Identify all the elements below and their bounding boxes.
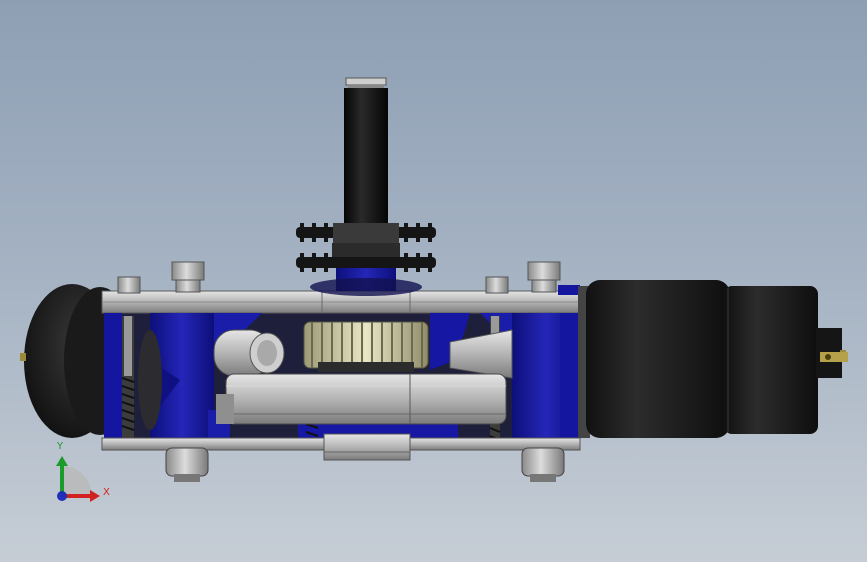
- 3d-viewport[interactable]: Y X: [0, 0, 867, 562]
- left-spur-gear: [138, 330, 162, 430]
- sprocket-upper: [296, 223, 436, 245]
- axis-label-x: X: [103, 487, 110, 498]
- cad-model[interactable]: [0, 0, 867, 562]
- belt-pulley: [216, 373, 507, 425]
- sprocket-hub: [332, 243, 400, 259]
- axis-label-y: Y: [57, 441, 64, 452]
- axis-triad: Y X: [40, 436, 130, 512]
- idler-roller: [213, 329, 285, 377]
- axis-triad-graphic: [56, 456, 100, 502]
- right-motor: [578, 280, 848, 438]
- spur-gear: [303, 321, 429, 372]
- output-shaft: [344, 77, 388, 236]
